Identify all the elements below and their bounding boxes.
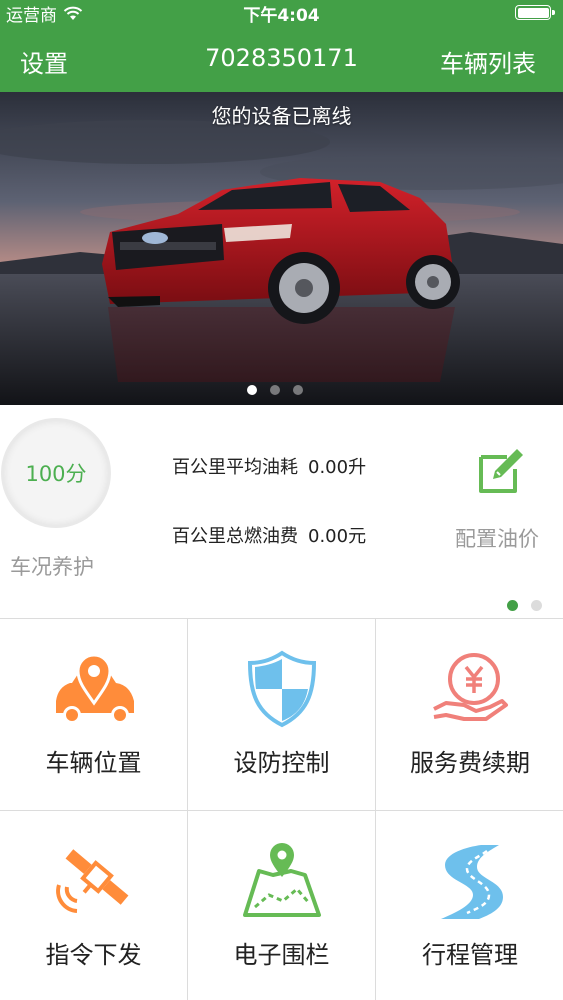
- car-photo: [0, 92, 563, 405]
- total-fuel-cost-value: 0.00元: [308, 526, 367, 547]
- info-page-dot-active: [507, 600, 518, 611]
- offline-notice: 您的设备已离线: [211, 104, 352, 128]
- car-location-icon: [55, 653, 134, 724]
- status-bar: 运营商 下午4:04: [0, 0, 563, 26]
- app-screen: 运营商 下午4:04 设置 7028350171 车辆列表 您的设备已离线 10…: [0, 0, 563, 1000]
- grid-item-label: 服务费续期: [410, 749, 530, 777]
- function-grid: 车辆位置 设防控制 服务费续期 指令下发 电子围栏 行程管理: [0, 618, 563, 1000]
- total-fuel-cost-row: 百公里总燃油费 0.00元: [172, 522, 366, 548]
- grid-item-service-renewal[interactable]: 服务费续期: [376, 619, 563, 811]
- info-page-indicator: [507, 600, 542, 611]
- grid-item-label: 设防控制: [233, 749, 330, 777]
- info-page-dot: [531, 600, 542, 611]
- satellite-icon: [55, 849, 128, 913]
- grid-item-label: 指令下发: [45, 941, 142, 969]
- avg-fuel-label: 百公里平均油耗: [172, 457, 298, 478]
- avg-fuel-value: 0.00升: [308, 457, 367, 478]
- grid-item-label: 行程管理: [422, 941, 518, 969]
- carousel-dot: [293, 385, 303, 395]
- carousel-dot-active: [247, 385, 257, 395]
- grid-item-vehicle-location[interactable]: 车辆位置: [0, 619, 188, 811]
- configure-fuel-price-button[interactable]: 配置油价: [455, 523, 539, 553]
- vehicle-list-button[interactable]: 车辆列表: [440, 44, 536, 79]
- battery-icon: [515, 5, 555, 20]
- yen-payment-icon: [433, 653, 508, 721]
- map-fence-icon: [242, 843, 321, 917]
- grid-item-label: 电子围栏: [233, 941, 330, 969]
- banner-carousel[interactable]: 您的设备已离线: [0, 92, 563, 405]
- shield-icon: [247, 650, 316, 728]
- carousel-dot: [270, 385, 280, 395]
- grid-item-geofence[interactable]: 电子围栏: [188, 811, 376, 1000]
- grid-item-arming-control[interactable]: 设防控制: [188, 619, 376, 811]
- grid-item-label: 车辆位置: [45, 749, 142, 777]
- road-icon: [441, 845, 503, 919]
- grid-item-trip-management[interactable]: 行程管理: [376, 811, 563, 1000]
- carousel-indicator: [247, 385, 303, 395]
- edit-icon[interactable]: [477, 447, 525, 495]
- fuel-info-panel: 100分 车况养护 百公里平均油耗 0.00升 百公里总燃油费 0.00元 配置油价: [0, 405, 563, 618]
- status-time: 下午4:04: [243, 6, 320, 26]
- maintenance-label[interactable]: 车况养护: [10, 551, 94, 581]
- vehicle-score: 100分: [25, 462, 87, 486]
- grid-item-send-command[interactable]: 指令下发: [0, 811, 188, 1000]
- avg-fuel-row: 百公里平均油耗 0.00升: [172, 453, 366, 479]
- total-fuel-cost-label: 百公里总燃油费: [172, 526, 298, 547]
- navigation-bar: 设置 7028350171 车辆列表: [0, 24, 563, 92]
- vehicle-score-ring[interactable]: 100分: [4, 421, 108, 525]
